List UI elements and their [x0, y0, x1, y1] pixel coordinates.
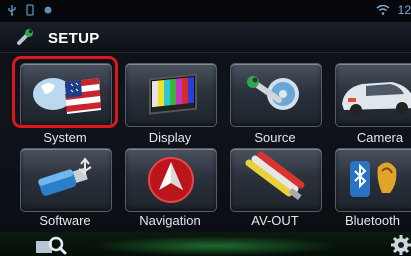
bluetooth-button[interactable] — [335, 148, 411, 212]
av-out-button[interactable] — [230, 148, 322, 212]
display-label: Display — [148, 130, 192, 145]
bluetooth-label: Bluetooth — [345, 213, 400, 228]
page-title: SETUP — [48, 30, 100, 47]
display-button[interactable] — [125, 63, 217, 127]
camera-label: Camera — [356, 130, 404, 145]
system-label: System — [43, 130, 87, 145]
av-out-label: AV-OUT — [251, 213, 299, 228]
setup-screen: 12 SETUP System Display Source Camera So… — [0, 0, 411, 256]
rca-cable-icon — [245, 151, 305, 201]
display-icon — [149, 73, 197, 115]
software-label: Software — [39, 213, 91, 228]
clock: 12 — [397, 3, 411, 17]
title-bar: SETUP — [0, 22, 411, 53]
source-label: Source — [254, 130, 296, 145]
bluetooth-icon — [350, 161, 397, 197]
wrench-icon — [17, 29, 33, 45]
camera-button[interactable] — [335, 63, 411, 127]
navigation-icon — [148, 157, 194, 203]
source-button[interactable] — [230, 63, 322, 127]
gear-icon[interactable] — [390, 234, 411, 256]
source-icon — [247, 76, 299, 110]
device-icon — [24, 4, 36, 16]
car-camera-icon — [342, 82, 411, 116]
record-icon — [42, 4, 54, 16]
magnifier-icon[interactable] — [34, 235, 68, 255]
selected-tile-highlight — [12, 56, 118, 128]
navigation-button[interactable] — [125, 148, 217, 212]
wifi-icon — [376, 5, 390, 15]
navigation-label: Navigation — [139, 213, 201, 228]
usb-icon — [6, 4, 18, 16]
software-button[interactable] — [20, 148, 112, 212]
usb-drive-icon — [38, 157, 92, 196]
status-bar: 12 — [0, 0, 411, 22]
